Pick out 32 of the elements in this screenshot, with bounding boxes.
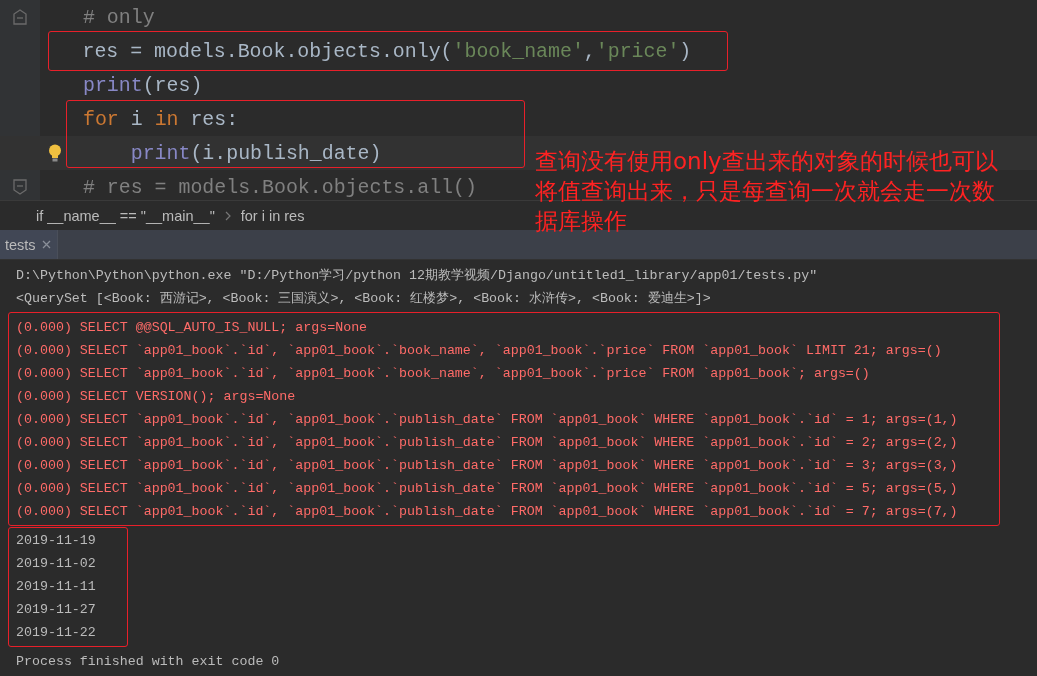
fold-marker-icon[interactable]	[13, 179, 27, 195]
sql-log-line: (0.000) SELECT `app01_book`.`id`, `app01_book`.`book_name`, `app01_book`.`price` FROM `app01_book`; args=()	[16, 365, 870, 383]
code-line: print(res)	[83, 73, 203, 97]
close-icon[interactable]	[41, 240, 51, 249]
sql-log-line: (0.000) SELECT `app01_book`.`id`, `app01_book`.`publish_date` FROM `app01_book` WHERE `app01_book`.`id` = 7; args=(7,)	[16, 503, 958, 521]
code-line: res = models.Book.objects.only('book_name','price')	[82, 39, 692, 63]
chevron-icon	[224, 210, 231, 221]
console-tab[interactable]: tests	[0, 230, 58, 259]
sql-log-line: (0.000) SELECT `app01_book`.`id`, `app01_book`.`publish_date` FROM `app01_book` WHERE `app01_book`.`id` = 2; args=(2,)	[16, 434, 958, 452]
lightbulb-icon[interactable]	[48, 144, 62, 162]
sql-log-line: (0.000) SELECT VERSION(); args=None	[16, 388, 296, 406]
console-output-line: 2019-11-02	[16, 555, 96, 573]
sql-log-line: (0.000) SELECT `app01_book`.`id`, `app01_book`.`publish_date` FROM `app01_book` WHERE `app01_book`.`id` = 3; args=(3,)	[16, 457, 958, 475]
breadcrumb-item[interactable]: for i in res	[240, 207, 305, 224]
sql-log-line: (0.000) SELECT @@SQL_AUTO_IS_NULL; args=None	[16, 319, 368, 337]
fold-marker-icon[interactable]	[13, 9, 27, 25]
code-line: # res = models.Book.objects.all()	[83, 175, 477, 199]
console-output-line: 2019-11-22	[16, 624, 96, 642]
sql-log-line: (0.000) SELECT `app01_book`.`id`, `app01_book`.`publish_date` FROM `app01_book` WHERE `app01_book`.`id` = 5; args=(5,)	[16, 480, 958, 498]
console-output-line: D:\Python\Python\python.exe "D:/Python学习/python 12期教学视频/Django/untitled1_library/app01/tests.py"	[16, 267, 818, 285]
console-output-line: 2019-11-19	[16, 532, 96, 550]
sql-log-line: (0.000) SELECT `app01_book`.`id`, `app01_book`.`publish_date` FROM `app01_book` WHERE `app01_book`.`id` = 1; args=(1,)	[16, 411, 958, 429]
code-line: for i in res:	[83, 107, 239, 131]
sql-log-line: (0.000) SELECT `app01_book`.`id`, `app01_book`.`book_name`, `app01_book`.`price` FROM `app01_book` LIMIT 21; args=()	[16, 342, 942, 360]
console-output-line: Process finished with exit code 0	[16, 653, 280, 671]
console-output-line: <QuerySet [<Book: 西游记>, <Book: 三国演义>, <Book: 红楼梦>, <Book: 水浒传>, <Book: 爱迪生>]>	[16, 290, 711, 308]
code-line: # only	[83, 5, 155, 29]
breadcrumb-item[interactable]: if __name__ == "__main__"	[36, 207, 215, 224]
code-line: print(i.publish_date)	[129, 141, 382, 165]
console-output-line: 2019-11-11	[16, 578, 96, 596]
annotation-note: 查询没有使用only查出来的对象的时候也可以将值查询出来，只是每查询一次就会走一次数据库操作	[535, 147, 999, 236]
console-output-line: 2019-11-27	[16, 601, 96, 619]
